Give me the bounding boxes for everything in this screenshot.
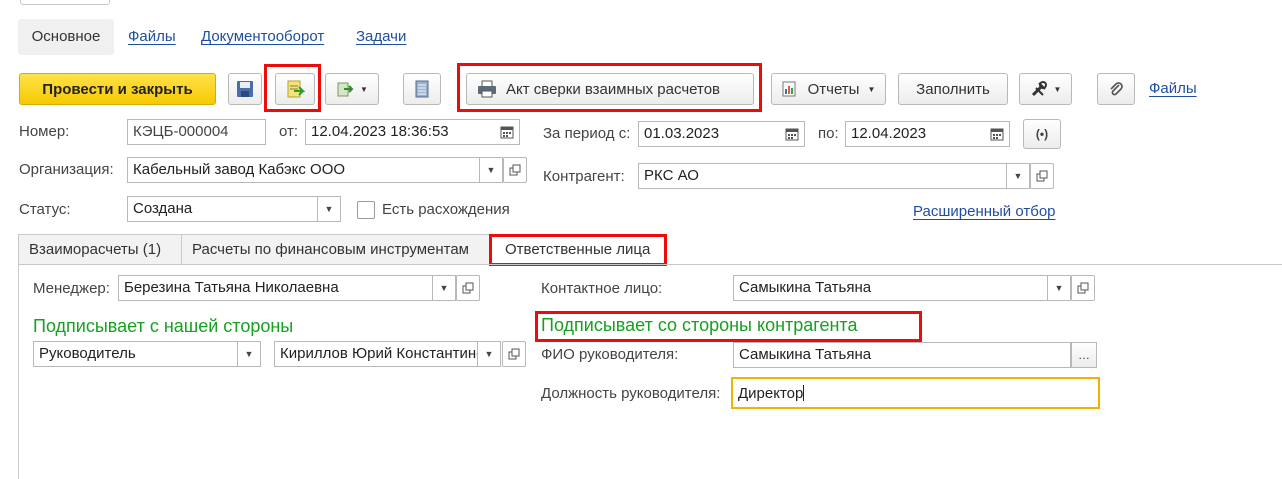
tab-financial-instruments[interactable]: Расчеты по финансовым инструментам <box>181 234 490 265</box>
open-form-icon <box>508 348 520 360</box>
open-signer-button[interactable] <box>502 341 526 367</box>
reports-button[interactable]: Отчеты ▼ <box>771 73 886 105</box>
open-counterparty-button[interactable] <box>1030 163 1054 189</box>
number-label: Номер: <box>19 123 70 140</box>
open-form-icon <box>462 282 474 294</box>
journal-button[interactable] <box>403 73 441 105</box>
period-from-label: За период с: <box>543 125 631 142</box>
open-form-icon <box>1036 170 1048 182</box>
status-label: Статус: <box>19 201 71 218</box>
act-reconciliation-label: Акт сверки взаимных расчетов <box>506 80 720 98</box>
period-select-button[interactable]: (•) <box>1023 119 1061 149</box>
head-name-field[interactable]: Самыкина Татьяна <box>733 342 1071 368</box>
calendar-icon[interactable] <box>985 122 1009 146</box>
status-value: Создана <box>133 200 193 217</box>
save-button[interactable] <box>228 73 262 105</box>
manager-value: Березина Татьяна Николаевна <box>124 279 339 296</box>
our-signer-role-value: Руководитель <box>39 345 136 362</box>
tab-main[interactable]: Основное <box>18 19 114 55</box>
tab-docflow[interactable]: Документооборот <box>201 19 324 55</box>
post-button[interactable] <box>275 73 315 105</box>
head-position-value: Директор <box>738 385 804 402</box>
files-link[interactable]: Файлы <box>1149 80 1197 97</box>
date-from-label: от: <box>279 123 299 140</box>
chevron-down-icon: ▼ <box>360 84 368 94</box>
document-date-field[interactable]: 12.04.2023 18:36:53 <box>305 119 520 145</box>
counterparty-label: Контрагент: <box>543 168 625 185</box>
tab-files[interactable]: Файлы <box>128 19 176 55</box>
head-name-select-button[interactable]: … <box>1071 342 1097 368</box>
manager-label: Менеджер: <box>33 280 110 297</box>
calendar-icon[interactable] <box>495 120 519 144</box>
act-reconciliation-button[interactable]: Акт сверки взаимных расчетов <box>466 73 754 105</box>
paperclip-icon <box>1110 82 1123 96</box>
organization-label: Организация: <box>19 161 114 178</box>
period-from-value: 01.03.2023 <box>644 125 720 142</box>
tab-responsible-persons[interactable]: Ответственные лица <box>489 234 667 266</box>
chevron-down-icon[interactable]: ▼ <box>1006 164 1029 188</box>
contact-person-label: Контактное лицо: <box>541 280 663 297</box>
fill-button[interactable]: Заполнить <box>898 73 1008 105</box>
period-wave-icon: (•) <box>1035 127 1049 141</box>
our-signer-person-value: Кириллов Юрий Константинович <box>280 345 501 362</box>
open-form-icon <box>509 164 521 176</box>
text-cursor <box>803 385 805 401</box>
more-actions-button[interactable]: ▼ <box>1019 73 1072 105</box>
period-to-label: по: <box>818 125 839 142</box>
advanced-filter-link[interactable]: Расширенный отбор <box>913 203 1056 220</box>
organization-field[interactable]: Кабельный завод Кабэкс ООО ▼ <box>127 157 503 183</box>
discrepancy-checkbox[interactable] <box>357 201 375 219</box>
calendar-icon[interactable] <box>780 122 804 146</box>
head-position-label: Должность руководителя: <box>541 385 721 402</box>
counterparty-field[interactable]: РКС АО ▼ <box>638 163 1030 189</box>
post-and-close-button[interactable]: Провести и закрыть <box>19 73 216 105</box>
chevron-down-icon[interactable]: ▼ <box>477 342 500 366</box>
period-to-field[interactable]: 12.04.2023 <box>845 121 1010 147</box>
number-field[interactable]: КЭЦБ-000004 <box>127 119 266 145</box>
our-signer-role-field[interactable]: Руководитель ▼ <box>33 341 261 367</box>
chevron-down-icon: ▼ <box>867 84 876 94</box>
chevron-down-icon: ▼ <box>1053 84 1062 94</box>
chevron-down-icon[interactable]: ▼ <box>1047 276 1070 300</box>
reports-label: Отчеты <box>807 80 860 98</box>
open-contact-button[interactable] <box>1071 275 1095 301</box>
our-side-heading: Подписывает с нашей стороны <box>33 316 294 336</box>
create-based-on-icon <box>337 82 354 97</box>
period-to-value: 12.04.2023 <box>851 125 927 142</box>
post-document-icon <box>287 80 305 98</box>
open-manager-button[interactable] <box>456 275 480 301</box>
their-side-heading: Подписывает со стороны контрагента <box>541 315 858 335</box>
document-date-value: 12.04.2023 18:36:53 <box>311 123 449 140</box>
create-based-on-button[interactable]: ▼ <box>325 73 379 105</box>
ellipsis-icon: … <box>1078 348 1090 362</box>
period-from-field[interactable]: 01.03.2023 <box>638 121 805 147</box>
chevron-down-icon[interactable]: ▼ <box>237 342 260 366</box>
open-form-icon <box>1077 282 1089 294</box>
tools-icon <box>1031 81 1047 97</box>
list-icon <box>415 80 429 98</box>
chevron-down-icon[interactable]: ▼ <box>317 197 340 221</box>
contact-person-value: Самыкина Татьяна <box>739 279 872 296</box>
head-name-label: ФИО руководителя: <box>541 346 679 363</box>
organization-value: Кабельный завод Кабэкс ООО <box>133 161 346 178</box>
attach-file-button[interactable] <box>1097 73 1135 105</box>
counterparty-value: РКС АО <box>644 167 699 184</box>
our-signer-person-field[interactable]: Кириллов Юрий Константинович ▼ <box>274 341 501 367</box>
tab-tasks[interactable]: Задачи <box>356 19 406 55</box>
head-position-field[interactable]: Директор <box>731 377 1100 409</box>
manager-field[interactable]: Березина Татьяна Николаевна ▼ <box>118 275 456 301</box>
chevron-down-icon[interactable]: ▼ <box>432 276 455 300</box>
discrepancy-label: Есть расхождения <box>382 201 510 218</box>
report-icon <box>782 81 796 97</box>
save-icon <box>237 81 253 97</box>
contact-person-field[interactable]: Самыкина Татьяна ▼ <box>733 275 1071 301</box>
window-top-strip <box>0 0 1282 8</box>
tab-mutual-settlements[interactable]: Взаиморасчеты (1) <box>18 234 182 265</box>
chevron-down-icon[interactable]: ▼ <box>479 158 502 182</box>
printer-icon <box>478 80 496 98</box>
open-organization-button[interactable] <box>503 157 527 183</box>
status-field[interactable]: Создана ▼ <box>127 196 341 222</box>
